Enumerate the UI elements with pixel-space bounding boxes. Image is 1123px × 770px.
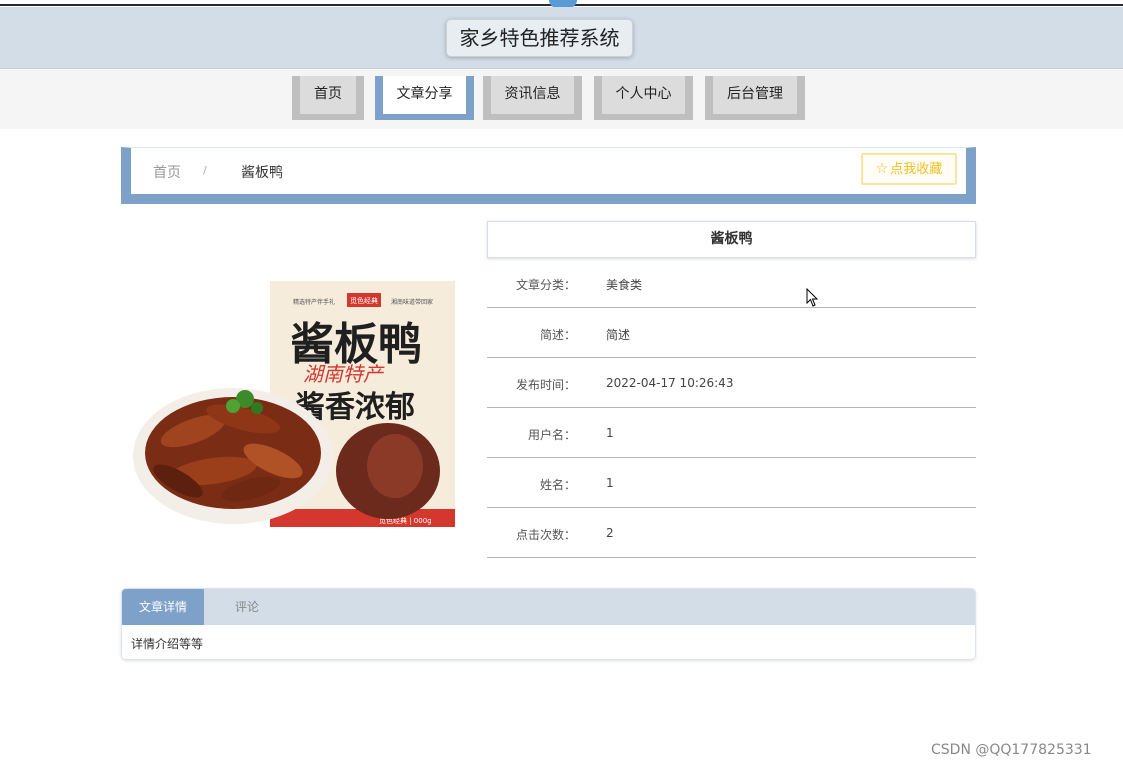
favorite-button-label: 点我收藏 [890, 162, 943, 177]
info-label: 用户名： [527, 428, 576, 442]
site-header: 家乡特色推荐系统 [0, 7, 1123, 69]
nav-item-personal-center[interactable]: 个人中心 [594, 76, 693, 120]
info-row-publish-time: 发布时间： 2022-04-17 10:26:43 [487, 358, 976, 408]
info-row-name: 姓名： 1 [487, 458, 976, 508]
breadcrumb-current: 酱板鸭 [241, 165, 283, 181]
nav-item-article-share[interactable]: 文章分享 [375, 76, 474, 120]
tab-article-detail[interactable]: 文章详情 [122, 589, 204, 625]
info-value: 美食类 [606, 278, 643, 292]
package-brand: 觅色经典 [350, 296, 378, 305]
detail-tabs: 文章详情 评论 详情介绍等等 [121, 588, 976, 660]
info-label: 点击次数： [515, 528, 576, 542]
package-badge-right: 湘南味道带回家 [391, 298, 433, 306]
package-badge-left: 精选特产伴手礼 [293, 298, 335, 306]
article-title: 酱板鸭 [487, 221, 976, 258]
nav-item-admin[interactable]: 后台管理 [705, 76, 805, 120]
tab-comments[interactable]: 评论 [217, 589, 277, 625]
info-row-click-count: 点击次数： 2 [487, 508, 976, 558]
nav-item-home[interactable]: 首页 [292, 76, 364, 120]
package-subtitle: 湖南特产 [303, 362, 385, 386]
info-row-summary: 简述： 简述 [487, 308, 976, 358]
breadcrumb: 首页 / 酱板鸭 ☆ 点我收藏 [121, 147, 976, 204]
info-label: 简述： [539, 328, 576, 342]
info-value: 1 [606, 476, 614, 490]
breadcrumb-separator: / [203, 164, 207, 177]
info-value: 2 [606, 526, 614, 540]
tab-content: 详情介绍等等 [131, 637, 204, 651]
breadcrumb-home-link[interactable]: 首页 [153, 162, 181, 182]
site-title: 家乡特色推荐系统 [446, 19, 633, 57]
star-outline-icon: ☆ [875, 161, 889, 177]
info-value: 简述 [606, 328, 631, 342]
info-label: 发布时间： [515, 378, 576, 392]
favorite-button[interactable]: ☆ 点我收藏 [861, 153, 957, 185]
info-label: 姓名： [539, 478, 576, 492]
watermark: CSDN @QQ177825331 [931, 742, 1092, 758]
mouse-cursor-icon [806, 288, 819, 307]
info-value: 2022-04-17 10:26:43 [606, 376, 734, 390]
info-label: 文章分类： [515, 278, 576, 292]
info-row-username: 用户名： 1 [487, 408, 976, 458]
tabs-header: 文章详情 评论 [122, 589, 975, 625]
info-value: 1 [606, 426, 614, 440]
info-row-category: 文章分类： 美食类 [487, 258, 976, 308]
main-nav: 首页 文章分享 资讯信息 个人中心 后台管理 [0, 70, 1123, 129]
product-image: 觅色经典 精选特产伴手礼 湘南味道带回家 酱板鸭 湖南特产 酱香浓郁 觅色经典 … [133, 281, 455, 527]
nav-item-news[interactable]: 资讯信息 [483, 76, 582, 120]
